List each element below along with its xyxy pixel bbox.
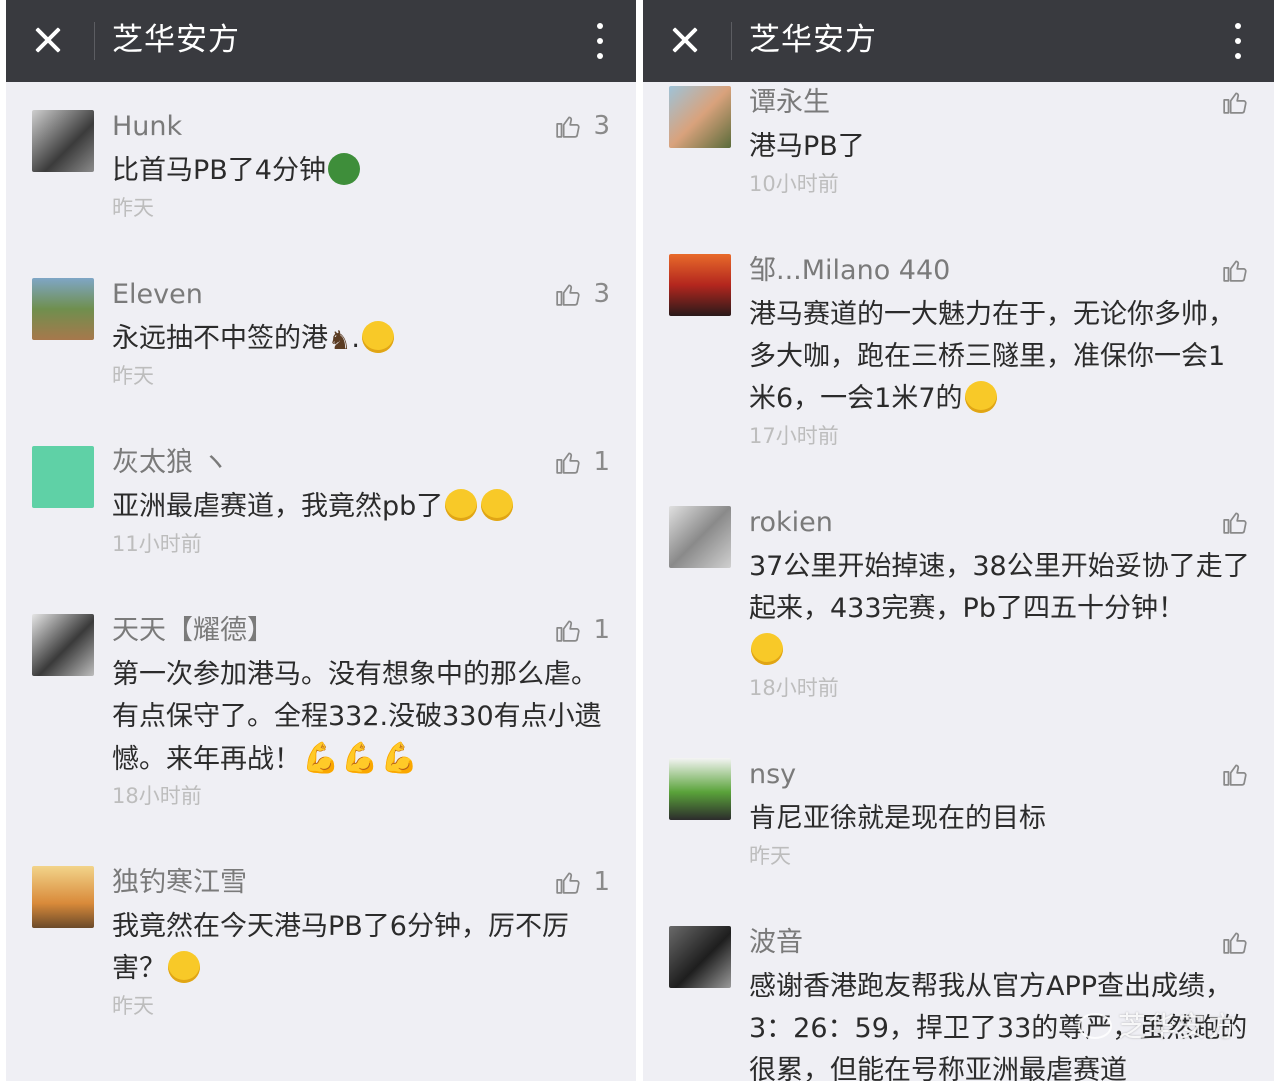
flexed-biceps-icon: 💪 bbox=[380, 741, 419, 776]
comment-list: Hunk 3 比首马PB了4分钟 昨天 Eleven 3 永远抽不中签的港♞. … bbox=[6, 82, 636, 1081]
avatar[interactable] bbox=[32, 278, 94, 340]
comment-text: 我竟然在今天港马PB了6分钟，厉不厉害？ bbox=[112, 911, 569, 984]
like-count: 1 bbox=[593, 447, 610, 477]
avatar[interactable] bbox=[669, 926, 731, 988]
thumbs-up-icon bbox=[556, 872, 581, 894]
thumbs-up-icon bbox=[1223, 512, 1247, 534]
comments-panel-left: 芝华安方 Hunk 3 比首马PB了4分钟 昨天 Eleven 3 永远抽不中签… bbox=[6, 0, 636, 1081]
avatar[interactable] bbox=[32, 866, 94, 928]
thumbs-up-icon bbox=[556, 116, 581, 138]
more-options-icon[interactable] bbox=[594, 20, 606, 62]
thumbs-up-icon bbox=[556, 452, 581, 474]
comment-author[interactable]: rokien bbox=[749, 506, 833, 540]
comments-panel-right: 芝华安方 谭永生 港马PB了 10小时前 邹...Milano 440 港马赛道… bbox=[643, 0, 1274, 1081]
avatar[interactable] bbox=[32, 614, 94, 676]
comment-text: 第一次参加港马。没有想象中的那么虐。有点保守了。全程332.没破330有点小遗憾… bbox=[112, 654, 612, 781]
flexed-biceps-icon: 💪 bbox=[341, 741, 379, 776]
comment-list: 谭永生 港马PB了 10小时前 邹...Milano 440 港马赛道的一大魅力… bbox=[643, 82, 1274, 1081]
comment-time: 11小时前 bbox=[112, 532, 202, 556]
comment-text: 永远抽不中签的港♞. bbox=[112, 318, 612, 362]
comment-time: 昨天 bbox=[112, 364, 154, 388]
like-count: 1 bbox=[593, 867, 610, 897]
like-button[interactable]: 1 bbox=[555, 866, 610, 898]
comment-time: 10小时前 bbox=[749, 172, 839, 196]
avatar[interactable] bbox=[32, 446, 94, 508]
like-count: 3 bbox=[593, 279, 610, 309]
comment-time: 昨天 bbox=[749, 844, 791, 868]
thumbs-up-icon bbox=[1223, 260, 1247, 282]
comment-text: 比首马PB了4分钟 bbox=[112, 150, 612, 192]
horse-emoji-icon: ♞ bbox=[328, 326, 352, 356]
comment-time: 18小时前 bbox=[112, 784, 202, 808]
more-options-icon[interactable] bbox=[1232, 20, 1244, 62]
thumbs-up-icon bbox=[1223, 764, 1247, 786]
turtle-emoji-icon bbox=[327, 153, 360, 185]
like-button[interactable]: 3 bbox=[555, 110, 610, 142]
heart-eyes-emoji-icon bbox=[445, 489, 478, 521]
comment-text: 亚洲最虐赛道，我竟然pb了 bbox=[112, 486, 612, 528]
comment-author[interactable]: 波音 bbox=[749, 926, 803, 960]
comment-text: 肯尼亚徐就是现在的目标 bbox=[749, 803, 1046, 834]
like-count: 3 bbox=[593, 111, 610, 141]
comment-author[interactable]: nsy bbox=[749, 758, 796, 792]
thumbs-up-icon bbox=[556, 620, 581, 642]
avatar[interactable] bbox=[669, 254, 731, 316]
like-button[interactable] bbox=[1222, 254, 1248, 286]
comment-author[interactable]: Eleven bbox=[112, 278, 203, 312]
grinning-face-emoji-icon bbox=[751, 633, 783, 665]
like-button[interactable] bbox=[1222, 926, 1248, 958]
comment-time: 17小时前 bbox=[749, 424, 839, 448]
divider bbox=[94, 22, 95, 60]
comment-time: 昨天 bbox=[112, 196, 154, 220]
comment-time: 昨天 bbox=[112, 994, 154, 1018]
top-bar: 芝华安方 bbox=[6, 0, 636, 82]
avatar[interactable] bbox=[669, 506, 731, 568]
close-icon[interactable] bbox=[667, 22, 703, 58]
close-icon[interactable] bbox=[30, 22, 66, 58]
comment-text: 37公里开始掉速，38公里开始妥协了走了起来，433完赛，Pb了四五十分钟！ bbox=[749, 546, 1250, 672]
page-title: 芝华安方 bbox=[749, 22, 877, 58]
heart-eyes-emoji-icon bbox=[481, 489, 514, 521]
comment-time: 18小时前 bbox=[749, 676, 839, 700]
avatar[interactable] bbox=[32, 110, 94, 172]
comment-author[interactable]: 天天【耀德】 bbox=[112, 614, 274, 648]
comment-author[interactable]: 灰太狼 ヽ bbox=[112, 446, 229, 480]
flushed-face-emoji-icon bbox=[168, 951, 200, 983]
like-button[interactable]: 3 bbox=[555, 278, 610, 310]
like-button[interactable]: 1 bbox=[555, 446, 610, 478]
like-button[interactable] bbox=[1222, 506, 1248, 538]
thumbs-up-icon bbox=[1223, 92, 1247, 114]
like-button[interactable] bbox=[1222, 86, 1248, 118]
like-button[interactable]: 1 bbox=[555, 614, 610, 646]
comment-author[interactable]: 谭永生 bbox=[749, 86, 830, 120]
page-title: 芝华安方 bbox=[112, 22, 240, 58]
watermark: 芝华安方 bbox=[1077, 1005, 1238, 1045]
tears-of-joy-emoji-icon bbox=[361, 321, 394, 353]
comment-text: 港马赛道的一大魅力在于，无论你多帅，多大咖，跑在三桥三隧里，准保你一会1米6，一… bbox=[749, 299, 1235, 414]
flexed-biceps-icon: 💪 bbox=[302, 741, 340, 776]
avatar[interactable] bbox=[669, 758, 731, 820]
wechat-logo-icon bbox=[1077, 1013, 1112, 1039]
divider bbox=[731, 22, 732, 60]
comment-author[interactable]: 邹...Milano 440 bbox=[749, 254, 950, 288]
comment-text: 港马PB了 bbox=[749, 131, 865, 162]
like-count: 1 bbox=[593, 615, 610, 645]
thumbs-up-icon bbox=[556, 284, 581, 306]
top-bar: 芝华安方 bbox=[643, 0, 1274, 82]
avatar[interactable] bbox=[669, 86, 731, 148]
comment-author[interactable]: Hunk bbox=[112, 110, 182, 144]
thumbs-up-icon bbox=[1223, 932, 1247, 954]
rolling-laughing-emoji-icon bbox=[964, 381, 997, 413]
like-button[interactable] bbox=[1222, 758, 1248, 790]
comment-author[interactable]: 独钓寒江雪 bbox=[112, 866, 247, 900]
